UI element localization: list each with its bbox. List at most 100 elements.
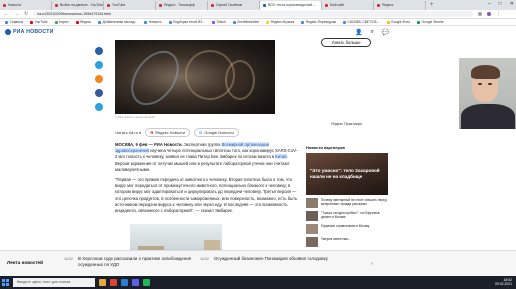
list-item[interactable]: Ефремов отравлением в Москву: [306, 224, 388, 234]
chrome-icon[interactable]: [110, 279, 117, 286]
yandex-practicum-label[interactable]: Яндекс Практикум: [331, 122, 362, 126]
browser-tab[interactable]: Выйти на данные - YouTube: [52, 1, 104, 10]
explorer-icon[interactable]: [99, 279, 106, 286]
photos-icon: [386, 20, 390, 24]
bookmark[interactable]: Twitch: [211, 20, 226, 24]
bookmark[interactable]: Подборка тегов ИЗ...: [168, 20, 205, 24]
app-icon[interactable]: [143, 279, 150, 286]
header-icons: 👤 ⌕ 💬: [355, 29, 389, 36]
dna-helix-shape: [121, 41, 189, 114]
tab-label: Новости: [8, 3, 22, 7]
bookmark[interactable]: Google Sheets: [417, 20, 443, 24]
menu-icon[interactable]: ⋮: [496, 11, 501, 17]
word-icon[interactable]: [121, 279, 128, 286]
clock-date: 09.02.2021: [495, 282, 512, 287]
list-item-text: Умерла известная...: [321, 237, 351, 241]
back-icon[interactable]: ←: [4, 11, 9, 17]
ticker-time: 18:52: [200, 257, 209, 261]
taskbar-search-input[interactable]: Введите здесь текст для поиска: [13, 278, 95, 287]
vk-share-icon[interactable]: [95, 47, 103, 55]
browser-tab[interactable]: Новости: [0, 1, 52, 10]
china-link[interactable]: Китай: [275, 154, 287, 160]
user-icon[interactable]: 👤: [355, 29, 362, 36]
ticker-title[interactable]: Лента новостей: [7, 260, 43, 265]
bookmark[interactable]: Сервисы: [5, 20, 23, 24]
system-clock[interactable]: 18:52 09.02.2021: [495, 278, 512, 286]
tab-label: Мой сайт: [330, 3, 345, 7]
bookmark[interactable]: ZenithlessWeb: [232, 20, 260, 24]
tab-favicon-icon: [263, 4, 266, 7]
yandex-news-button[interactable]: Я Яндекс Новости: [145, 128, 191, 137]
site-logo[interactable]: РИА НОВОСТИ: [5, 29, 54, 35]
profile-icon[interactable]: [487, 12, 492, 16]
bookmark-label: Twitch: [216, 20, 226, 24]
ticker-item[interactable]: 18:52 В Херсоном суде рассказали о практ…: [64, 256, 198, 267]
bookmark[interactable]: СЮЗ/ВВ: СВЕТ/ОБ...: [343, 20, 380, 24]
chat-icon[interactable]: 💬: [382, 29, 389, 36]
minimize-icon[interactable]: –: [488, 1, 491, 7]
bookmark[interactable]: Google Фото: [386, 20, 410, 24]
bookmark[interactable]: Яндекс: [75, 20, 92, 24]
read-in-label: Читать ria.ru в: [115, 130, 142, 135]
ria-logo-icon: [5, 29, 11, 35]
bookmark[interactable]: Новости: [144, 20, 162, 24]
twitch-icon: [211, 20, 215, 24]
browser-tab[interactable]: Яндекс - Тинькофф: [156, 1, 208, 10]
twitter-share-icon[interactable]: [95, 103, 103, 111]
screen: Новости Выйти на данные - YouTube YouTub…: [0, 0, 516, 289]
thumbnail: [306, 211, 318, 221]
bookmark[interactable]: Добавленная заклад...: [98, 20, 137, 24]
telegram-share-icon[interactable]: [95, 61, 103, 69]
reload-icon[interactable]: ↻: [24, 11, 28, 17]
windows-start-icon[interactable]: [2, 279, 9, 286]
browser-tab[interactable]: Яндекс: [374, 1, 426, 10]
facebook-share-icon[interactable]: [95, 89, 103, 97]
browser-tab[interactable]: Мой сайт: [322, 1, 374, 10]
bookmark[interactable]: Карты: [54, 20, 69, 24]
search-icon[interactable]: ⌕: [370, 29, 373, 36]
url-input[interactable]: ria.ru/20210209/koronavirus-1596479134.h…: [33, 11, 474, 17]
bookmark-label: Карты: [59, 20, 69, 24]
partner-hero-card[interactable]: "Это ужасно": тело Захаровой нашли не на…: [306, 153, 388, 195]
thumbnail: [306, 237, 318, 247]
google-news-button[interactable]: G Google Новости: [194, 128, 239, 137]
taskbar: Введите здесь текст для поиска 18:52 09.…: [0, 276, 516, 289]
image-caption: © РИА Новости / Артём Житенёв: [115, 116, 155, 119]
bookmark[interactable]: Яндекс.Переводчик: [301, 20, 336, 24]
dna-helix-shape: [225, 60, 255, 100]
tab-label: YouTube: [112, 3, 126, 7]
bookmark-label: ZenithlessWeb: [237, 20, 260, 24]
close-icon[interactable]: ✕: [510, 1, 514, 7]
yandex-news-icon: Я: [150, 130, 154, 135]
list-item[interactable]: "Только сегодня прибыл": что Ефремов дел…: [306, 211, 388, 221]
bookmarks-bar: Сервисы YouTube Карты Яндекс Добавленная…: [0, 19, 516, 26]
browser-tab[interactable]: YouTube: [104, 1, 156, 10]
logo-text: РИА НОВОСТИ: [13, 29, 54, 35]
google-news-icon: G: [199, 130, 203, 135]
list-item[interactable]: Умерла известная...: [306, 237, 388, 247]
app-icon[interactable]: [132, 279, 139, 286]
new-tab-icon[interactable]: +: [426, 1, 438, 10]
bookmark-label: Яндекс: [80, 20, 92, 24]
article-body: МОСКВА, 9 фев — РИА Новости. Экспертная …: [115, 142, 298, 218]
browser-tab-active[interactable]: ВОЗ: теста коронавирусный ...: [260, 1, 322, 10]
list-item[interactable]: Почему ювелирный не стоит спешить перед …: [306, 198, 388, 208]
ticker-item[interactable]: 18:52 Осужденный бизнесмен Пономарев объ…: [200, 256, 334, 262]
tab-favicon-icon: [377, 4, 380, 7]
person-eye: [488, 83, 492, 85]
tab-label: Яндекс: [382, 3, 394, 7]
bookmark[interactable]: Яндекс.Музыка: [266, 20, 294, 24]
maximize-icon[interactable]: □: [499, 1, 502, 7]
bookmark[interactable]: YouTube: [30, 20, 48, 24]
apps-icon: [5, 20, 8, 24]
tab-label: Выйти на данные - YouTube: [60, 3, 104, 7]
learn-more-button[interactable]: Узнать больше: [321, 38, 371, 47]
ok-share-icon[interactable]: [95, 75, 103, 83]
ticker-next-icon[interactable]: ›: [371, 261, 373, 267]
person-hair: [471, 65, 500, 79]
browser-tab[interactable]: Сергей Семёнов: [208, 1, 260, 10]
partner-news-list: Почему ювелирный не стоит спешить перед …: [306, 198, 388, 247]
extension-icon[interactable]: [478, 12, 483, 16]
bookmark-label: Яндекс.Музыка: [270, 20, 295, 24]
forward-icon[interactable]: →: [14, 11, 19, 17]
